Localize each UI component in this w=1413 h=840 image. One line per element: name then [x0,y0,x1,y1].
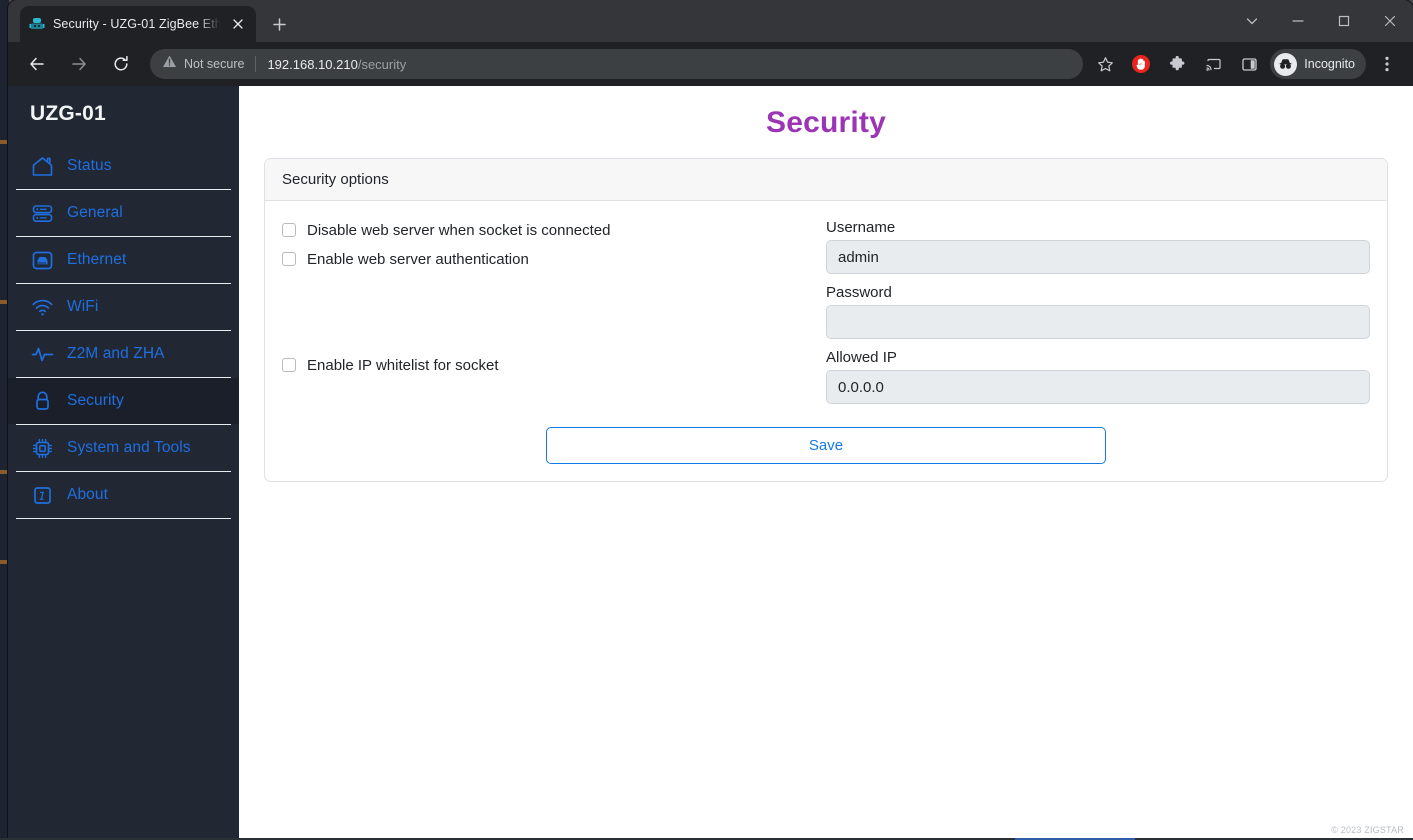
divider [16,518,231,519]
page-viewport: UZG-01 Status General Ethernet WiFi Z2M … [8,86,1413,838]
checkbox-column: Disable web server when socket is connec… [282,219,826,414]
sidebar-item-label: WiFi [67,298,99,315]
copyright-footer: © 2023 ZIGSTAR [1331,825,1404,835]
sidebar-item-security[interactable]: Security [8,378,239,424]
warning-triangle-icon [162,54,177,74]
password-input[interactable] [826,305,1370,339]
not-secure-label: Not secure [184,57,245,71]
save-button[interactable]: Save [546,427,1106,464]
extension-hand-icon[interactable] [1126,49,1156,79]
sidebar-item-label: About [67,486,109,503]
side-panel-icon[interactable] [1234,49,1264,79]
main-content: Security Security options Disable web se… [239,86,1413,838]
omnibox-divider [255,56,257,72]
kebab-menu-icon[interactable] [1372,49,1402,79]
sidebar-item-general[interactable]: General [8,190,239,236]
brand-title: UZG-01 [30,102,106,125]
minimize-button[interactable] [1275,0,1321,42]
checkbox-row-disable-web-server[interactable]: Disable web server when socket is connec… [282,219,810,241]
password-label: Password [826,284,892,301]
checkbox-label: Disable web server when socket is connec… [307,221,611,239]
card-header: Security options [265,159,1387,201]
sidebar-item-ethernet[interactable]: Ethernet [8,237,239,283]
sidebar-item-about[interactable]: About [8,472,239,518]
sidebar-item-label: Status [67,157,112,174]
lock-icon [30,389,54,413]
card-body: Disable web server when socket is connec… [265,201,1387,481]
username-label: Username [826,219,896,236]
checkbox-row-enable-web-auth[interactable]: Enable web server authentication [282,248,810,270]
sidebar-item-label: System and Tools [67,439,191,456]
sidebar-item-label: Security [67,392,124,409]
tab-search-button[interactable] [1229,0,1275,42]
reload-icon[interactable] [105,48,137,80]
cast-icon[interactable] [1198,49,1228,79]
browser-tab[interactable]: Security - UZG-01 ZigBee Etherne [20,6,256,42]
robot-favicon [29,16,45,32]
close-icon[interactable] [229,15,247,33]
url-host: 192.168.10.210 [267,56,358,72]
back-arrow-icon[interactable] [21,48,53,80]
forward-arrow-icon[interactable] [63,48,95,80]
username-input[interactable] [826,240,1370,274]
incognito-label: Incognito [1304,57,1355,71]
window-controls [1229,0,1413,42]
bookmark-star-icon[interactable] [1090,49,1120,79]
sidebar-item-system-and-tools[interactable]: System and Tools [8,425,239,471]
maximize-button[interactable] [1321,0,1367,42]
password-field-block: Password [826,284,1370,339]
checkbox-enable-web-auth[interactable] [282,252,296,266]
checkbox-label: Enable web server authentication [307,250,529,268]
allowed-ip-input[interactable] [826,370,1370,404]
tab-strip: Security - UZG-01 ZigBee Etherne [8,0,1413,42]
save-row: Save [282,427,1370,464]
form-grid: Disable web server when socket is connec… [282,219,1370,414]
new-tab-button[interactable] [266,11,292,37]
sidebar-item-label: Z2M and ZHA [67,345,165,362]
username-field-block: Username [826,219,1370,274]
incognito-badge[interactable]: Incognito [1270,49,1366,79]
sidebar-item-status[interactable]: Status [8,143,239,189]
home-icon [30,154,54,178]
security-status[interactable]: Not secure [162,54,244,74]
browser-window: Security - UZG-01 ZigBee Etherne [8,0,1413,838]
wifi-icon [30,295,54,319]
sidebar-item-label: General [67,204,123,221]
url-path: /security [357,56,407,72]
fields-column: Username Password Allowed IP [826,219,1370,414]
sidebar: UZG-01 Status General Ethernet WiFi Z2M … [8,86,239,838]
incognito-spy-icon [1274,52,1298,76]
url-text: 192.168.10.210/security [267,57,406,72]
allowed-ip-field-block: Allowed IP [826,349,1370,404]
tab-title: Security - UZG-01 ZigBee Etherne [53,17,221,31]
checkbox-disable-web-server[interactable] [282,223,296,237]
ethernet-icon [30,248,54,272]
checkbox-label: Enable IP whitelist for socket [307,356,499,374]
address-bar[interactable]: Not secure 192.168.10.210/security [150,49,1084,79]
server-icon [30,201,54,225]
browser-toolbar: Not secure 192.168.10.210/security Incog… [8,42,1413,86]
checkbox-enable-ip-whitelist[interactable] [282,358,296,372]
extensions-puzzle-icon[interactable] [1162,49,1192,79]
close-button[interactable] [1367,0,1413,42]
sidebar-item-wifi[interactable]: WiFi [8,284,239,330]
sidebar-item-label: Ethernet [67,251,127,268]
sidebar-item-z2m-and-zha[interactable]: Z2M and ZHA [8,331,239,377]
info-icon [30,483,54,507]
page-title: Security [766,106,886,139]
security-options-card: Security options Disable web server when… [264,158,1388,482]
pulse-icon [30,342,54,366]
chip-icon [30,436,54,460]
checkbox-row-enable-ip-whitelist[interactable]: Enable IP whitelist for socket [282,354,810,376]
allowed-ip-label: Allowed IP [826,349,897,366]
